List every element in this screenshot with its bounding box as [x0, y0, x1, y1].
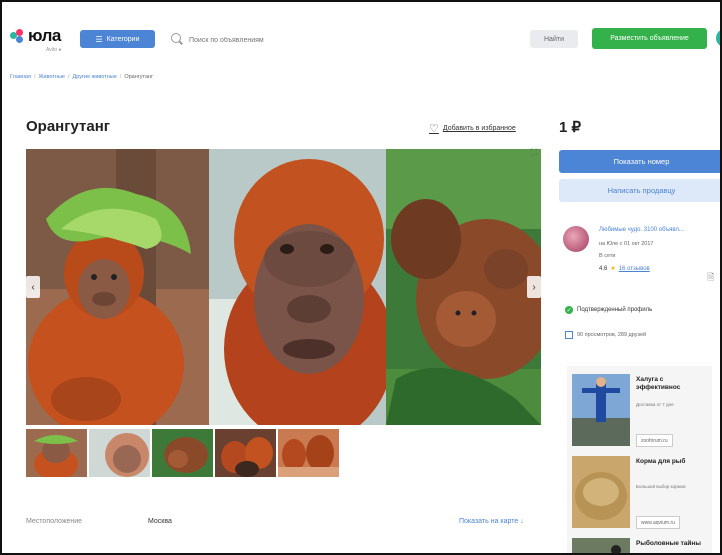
location-label: Местоположение [26, 518, 83, 525]
rating-value: 4.6 [599, 265, 608, 272]
seller-card: Любимые чудо. 3100 объявл... на Юле с 01… [559, 212, 720, 292]
stats-label: 90 просмотров, 289 друзей [577, 332, 647, 338]
categories-label: Категории [106, 35, 140, 43]
favorites-label: Добавить в избранное [442, 125, 516, 132]
breadcrumb-separator: / [33, 74, 36, 80]
seller-avatar[interactable] [563, 226, 589, 252]
search-icon [171, 33, 181, 43]
logo-text: юла [28, 26, 61, 45]
gallery-prev-button[interactable]: ‹ [26, 276, 40, 298]
search-input[interactable] [187, 32, 491, 48]
gallery-photo[interactable] [26, 149, 209, 425]
stats-icon [565, 331, 573, 339]
reviews-link[interactable]: 16 отзывов [619, 266, 650, 272]
star-icon: ★ [610, 266, 616, 272]
photo-gallery[interactable]: ‹ › [26, 149, 541, 425]
ad-item[interactable]: Рыболовные тайны [572, 538, 710, 553]
ad-item[interactable]: Халуга с эффективнос Доставка от 7 дня z… [572, 374, 710, 454]
breadcrumb-animals[interactable]: Животные [38, 74, 65, 80]
breadcrumb-home[interactable]: Главная [10, 74, 31, 80]
post-ad-button[interactable]: Разместить объявление [592, 28, 707, 49]
search-bar [167, 29, 582, 49]
logo-mark-icon [10, 29, 24, 43]
ad-description: Большой выбор кормов [636, 484, 686, 489]
chevron-right-icon: › [532, 281, 536, 293]
show-phone-button[interactable]: Показать номер [559, 150, 720, 173]
gallery-next-button[interactable]: › [527, 276, 541, 298]
ad-panel: Халуга с эффективнос Доставка от 7 дня z… [567, 366, 712, 553]
thumbnail[interactable] [278, 429, 339, 477]
thumbnail-strip [26, 429, 339, 477]
gallery-photo[interactable] [386, 149, 541, 425]
thumbnail[interactable] [152, 429, 213, 477]
breadcrumb-separator: / [68, 74, 70, 80]
logo[interactable]: юла [10, 26, 61, 46]
ad-description: Доставка от 7 дня [636, 402, 674, 407]
ad-image[interactable] [572, 538, 630, 553]
write-seller-button[interactable]: Написать продавцу [559, 179, 720, 202]
heart-icon: ♡ [429, 123, 439, 135]
ad-item[interactable]: Корма для рыб Большой выбор кормов www.a… [572, 456, 710, 536]
find-button[interactable]: Найти [530, 30, 578, 48]
thumbnail[interactable] [215, 429, 276, 477]
profile-button[interactable] [716, 29, 720, 47]
breadcrumb-current: Орангутанг [124, 74, 154, 80]
verified-profile: ✓ Подтвержденный профиль [565, 306, 652, 314]
verified-label: Подтвержденный профиль [577, 307, 653, 313]
add-to-favorites-link[interactable]: ♡ Добавить в избранное [429, 122, 516, 135]
expand-icon[interactable]: ⛶ [531, 147, 537, 158]
gallery-photo[interactable] [209, 149, 386, 425]
page-title: Орангутанг [26, 118, 111, 135]
seller-since: на Юле с 01 окт 2017 [599, 241, 654, 247]
ad-source[interactable]: zooforum.ru [636, 434, 673, 447]
thumbnail[interactable] [89, 429, 150, 477]
ad-image[interactable] [572, 456, 630, 528]
document-icon[interactable]: 🗎 [707, 270, 714, 286]
browser-frame: юла Avito ● ☰ Категории Найти Разместить… [0, 0, 722, 555]
breadcrumb-separator: / [119, 74, 122, 80]
price: 1 ₽ [559, 119, 582, 136]
breadcrumb-other-animals[interactable]: Другие животные [73, 74, 117, 80]
seller-name[interactable]: Любимые чудо. 3100 объявл... [599, 227, 684, 233]
ad-title[interactable]: Рыболовные тайны [636, 540, 708, 548]
categories-button[interactable]: ☰ Категории [80, 30, 155, 48]
chevron-left-icon: ‹ [31, 281, 35, 293]
seller-online-status: В сети [599, 253, 616, 259]
ad-title[interactable]: Халуга с эффективнос [636, 376, 708, 392]
location-value: Москва [148, 518, 172, 525]
seller-rating: 4.6 ★ 16 отзывов [599, 265, 650, 273]
ad-title[interactable]: Корма для рыб [636, 458, 708, 466]
menu-icon: ☰ [95, 34, 103, 44]
listing-stats: 90 просмотров, 289 друзей [565, 331, 646, 339]
show-on-map-link[interactable]: Показать на карте ↓ [459, 518, 524, 525]
breadcrumb: Главная / Животные / Другие животные / О… [10, 74, 153, 80]
header: юла Avito ● ☰ Категории Найти Разместить… [2, 2, 720, 64]
check-icon: ✓ [565, 306, 573, 314]
ad-image[interactable] [572, 374, 630, 446]
logo-subtitle: Avito ● [46, 47, 62, 53]
ad-source[interactable]: www.aqvium.ru [636, 516, 680, 529]
thumbnail[interactable] [26, 429, 87, 477]
